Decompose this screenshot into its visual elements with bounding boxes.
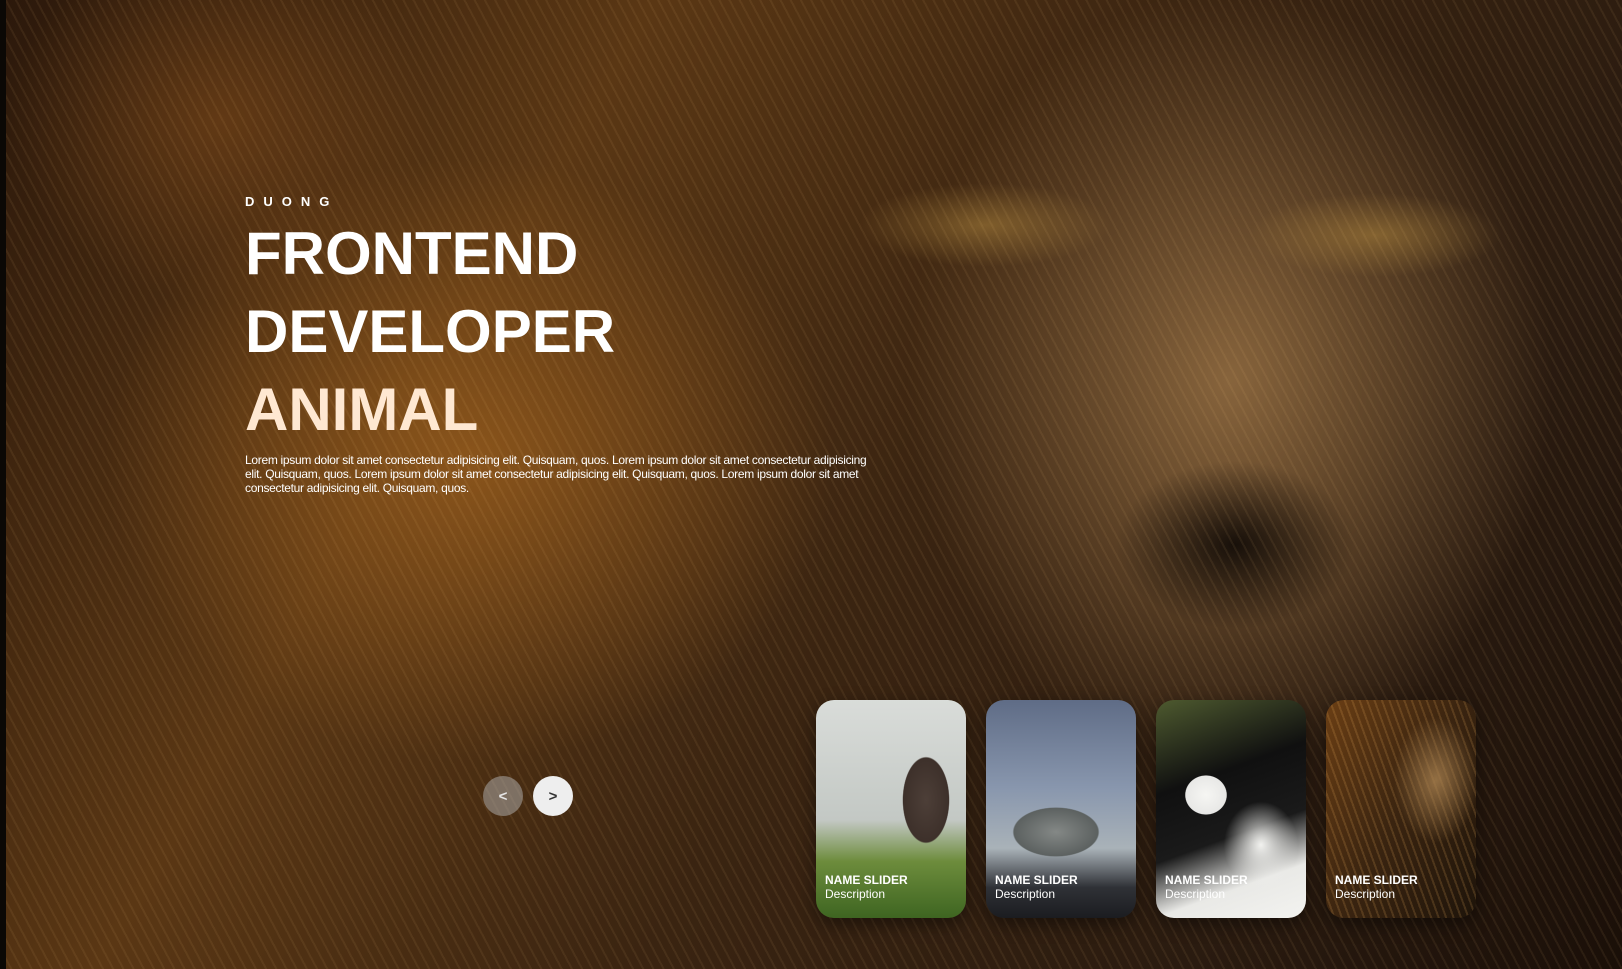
- title-line-animal: ANIMAL: [245, 376, 479, 443]
- title-line-developer: DEVELOPER: [245, 298, 616, 365]
- slider-card-panda[interactable]: NAME SLIDER Description: [1156, 700, 1306, 918]
- next-slide-button[interactable]: >: [533, 776, 573, 816]
- hero-intro: DUONG FRONTEND DEVELOPER ANIMAL Lorem ip…: [245, 194, 885, 495]
- hero-description: Lorem ipsum dolor sit amet consectetur a…: [245, 453, 867, 495]
- card-description: Description: [995, 887, 1056, 901]
- slider-card-dinosaur[interactable]: NAME SLIDER Description: [986, 700, 1136, 918]
- title-line-frontend: FRONTEND: [245, 220, 579, 287]
- card-title: NAME SLIDER: [825, 873, 908, 887]
- card-caption: NAME SLIDER Description: [995, 873, 1078, 901]
- card-title: NAME SLIDER: [1335, 873, 1418, 887]
- window-left-edge: [0, 0, 6, 969]
- prev-slide-button[interactable]: <: [483, 776, 523, 816]
- slider-card-hippo[interactable]: NAME SLIDER Description: [816, 700, 966, 918]
- card-title: NAME SLIDER: [995, 873, 1078, 887]
- card-caption: NAME SLIDER Description: [1335, 873, 1418, 901]
- author-eyebrow: DUONG: [245, 194, 339, 209]
- card-caption: NAME SLIDER Description: [1165, 873, 1248, 901]
- card-description: Description: [825, 887, 886, 901]
- card-caption: NAME SLIDER Description: [825, 873, 908, 901]
- card-description: Description: [1165, 887, 1226, 901]
- card-title: NAME SLIDER: [1165, 873, 1248, 887]
- card-description: Description: [1335, 887, 1396, 901]
- slider-card-lion[interactable]: NAME SLIDER Description: [1326, 700, 1476, 918]
